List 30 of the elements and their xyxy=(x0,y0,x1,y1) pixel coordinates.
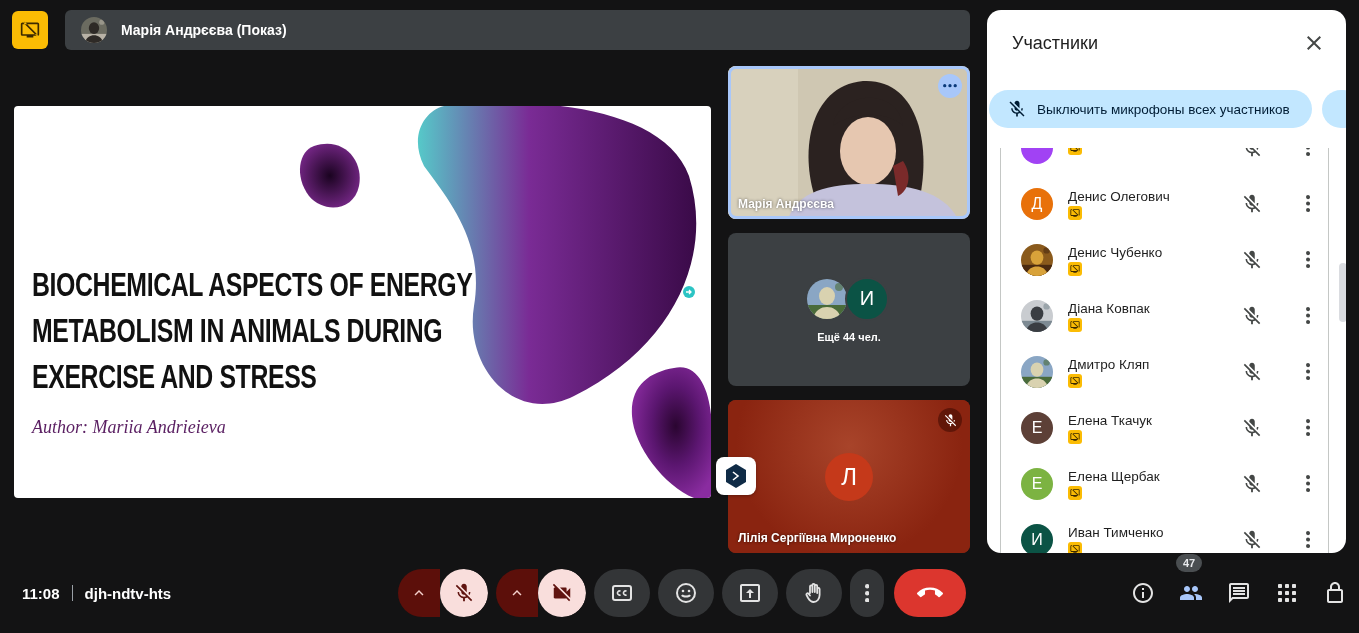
participant-row[interactable]: Е Елена Ткачук xyxy=(1001,400,1328,456)
participant-row[interactable]: Е Елена Щербак xyxy=(1001,456,1328,512)
participant-name: Денис Олегович xyxy=(1068,188,1171,204)
participant-name: Денис Чубенко xyxy=(1068,244,1164,260)
count-badge: 47 xyxy=(1176,554,1203,572)
avatar: И xyxy=(845,276,889,321)
participant-row[interactable]: Дмитро Кляп xyxy=(1001,344,1328,400)
participant-name: Діана Ковпак xyxy=(1068,300,1151,316)
avatar: Е xyxy=(1021,468,1053,500)
slide-author: Author: Mariia Andrieieva xyxy=(32,416,227,438)
participant-name: Дмитро Кляп xyxy=(1068,356,1151,372)
participant-name: Елена Щербак xyxy=(1068,468,1161,484)
participant-name: Марія Андрєєва xyxy=(738,197,834,211)
avatar: Д xyxy=(1021,188,1053,220)
panel-title: Участники xyxy=(1012,32,1098,54)
participant-row[interactable]: Діана Ковпак xyxy=(1001,288,1328,344)
clock-time: 11:08 xyxy=(22,584,60,602)
mute-all-button[interactable]: Выключить микрофоны всех участников xyxy=(989,90,1312,128)
avatar: Е xyxy=(1021,412,1053,444)
participant-name: Лілія Сергіївна Мироненко xyxy=(738,531,897,545)
participant-name: Елена Ткачук xyxy=(1068,412,1153,428)
slide-title: BIOCHEMICAL ASPECTS OF ENERGY METABOLISM IN ANIMALS DURING EXERCISE AND STRESS xyxy=(32,263,474,397)
more-participants-label: Ещё 44 чел. xyxy=(817,330,881,343)
meeting-code: djh-ndtv-hts xyxy=(84,584,172,602)
avatar: И xyxy=(1021,524,1053,553)
participant-row[interactable]: И Иван Тимченко xyxy=(1001,512,1328,553)
participant-row[interactable]: Д Денис Олегович xyxy=(1001,176,1328,232)
participant-row[interactable]: Денис Чубенко xyxy=(1001,232,1328,288)
participant-name: Иван Тимченко xyxy=(1068,524,1165,540)
presenting-label: Марія Андрєєва (Показ) xyxy=(121,22,287,38)
